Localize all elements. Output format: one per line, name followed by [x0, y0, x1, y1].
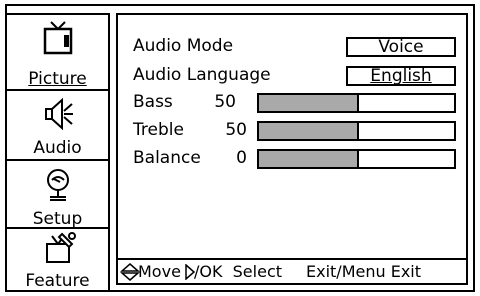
audio-language-value: English: [370, 66, 432, 86]
treble-slider-fill: [259, 123, 359, 139]
balance-label: Balance: [133, 148, 201, 168]
tab-audio-label: Audio: [33, 138, 82, 158]
help-exit: Exit/Menu Exit: [306, 262, 421, 281]
bass-slider-fill: [259, 95, 359, 111]
audio-mode-value: Voice: [378, 37, 424, 57]
help-ok-select: /OK Select: [194, 262, 283, 281]
tab-picture-label: Picture: [28, 69, 87, 89]
satellite-dish-icon: [7, 165, 108, 203]
tab-setup[interactable]: Setup: [5, 159, 110, 229]
treble-value: 50: [225, 120, 247, 140]
tools-icon: [7, 230, 108, 268]
tv-icon: [7, 19, 108, 57]
audio-settings-panel: Audio Mode Voice Audio Language English …: [116, 13, 468, 285]
audio-language-select[interactable]: English: [346, 66, 456, 86]
balance-value: 0: [236, 148, 247, 168]
audio-mode-select[interactable]: Voice: [346, 37, 456, 57]
up-down-arrows-icon: [120, 263, 140, 281]
tab-setup-label: Setup: [32, 209, 83, 229]
bass-value: 50: [214, 92, 236, 112]
treble-label: Treble: [133, 120, 184, 140]
tab-feature[interactable]: Feature: [5, 227, 110, 292]
tab-audio[interactable]: Audio: [5, 89, 110, 161]
balance-slider[interactable]: [257, 149, 456, 169]
tab-feature-label: Feature: [25, 271, 90, 291]
treble-slider[interactable]: [257, 121, 456, 141]
speaker-icon: [7, 95, 108, 133]
bass-slider[interactable]: [257, 93, 456, 113]
balance-slider-fill: [259, 151, 359, 167]
audio-mode-label: Audio Mode: [133, 36, 234, 56]
bass-label: Bass: [133, 92, 173, 112]
audio-language-label: Audio Language: [133, 65, 271, 85]
help-bar: Move /OK Select Exit/Menu Exit: [118, 258, 466, 283]
tab-picture[interactable]: Picture: [5, 13, 110, 91]
help-move: Move: [138, 262, 181, 281]
